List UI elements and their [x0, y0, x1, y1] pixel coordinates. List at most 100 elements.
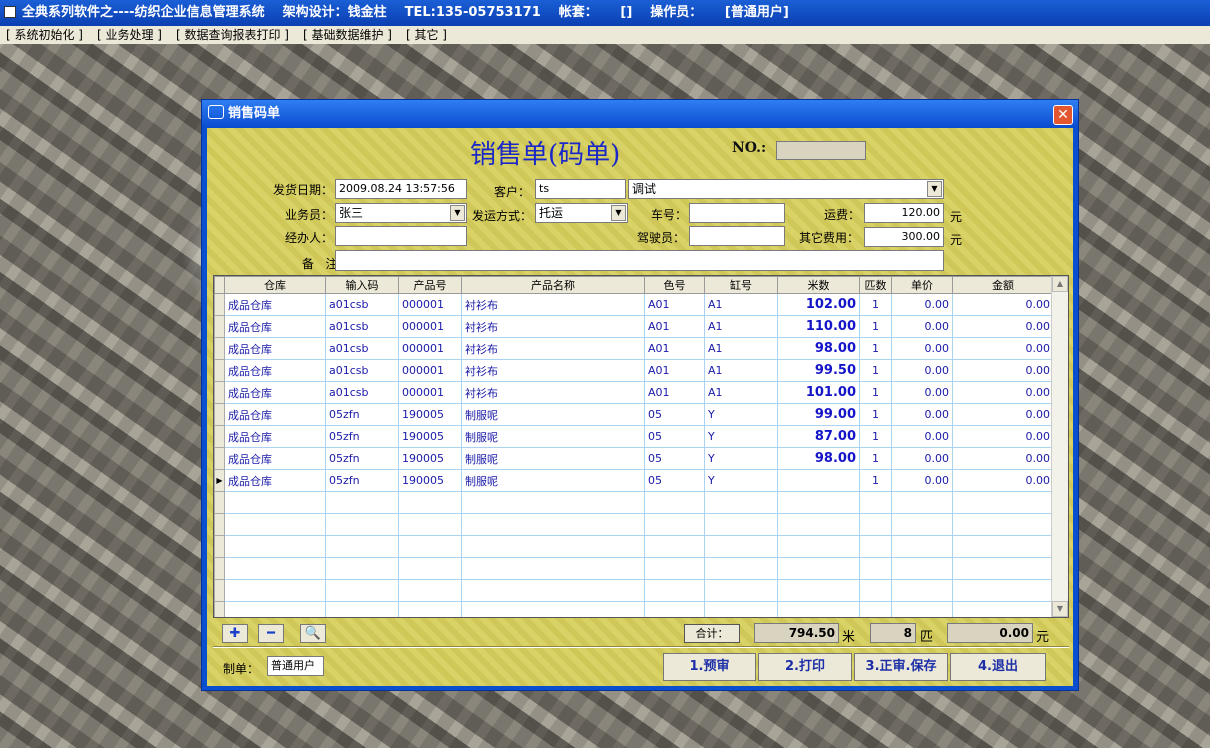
exit-button[interactable]: 4.退出	[950, 653, 1046, 681]
table-cell[interactable]: 000001	[398, 315, 462, 338]
table-row[interactable]: ▶ 成品仓库 05zfn 190005 制服呢 05 Y 1 0.00 0.00	[214, 469, 1054, 492]
row-selector[interactable]	[214, 535, 225, 558]
table-cell[interactable]	[461, 557, 645, 580]
table-cell[interactable]	[224, 579, 326, 602]
remark-field[interactable]	[335, 250, 944, 271]
empty-row[interactable]	[214, 513, 1054, 536]
table-cell[interactable]: 0.00	[891, 315, 953, 338]
table-cell[interactable]	[704, 601, 778, 617]
table-cell[interactable]	[891, 535, 953, 558]
table-cell[interactable]: 98.00	[777, 337, 860, 360]
table-cell[interactable]: 102.00	[777, 293, 860, 316]
table-cell[interactable]: 衬衫布	[461, 359, 645, 382]
table-cell[interactable]: 衬衫布	[461, 381, 645, 404]
table-cell[interactable]: 98.00	[777, 447, 860, 470]
table-cell[interactable]: 衬衫布	[461, 293, 645, 316]
table-cell[interactable]	[461, 601, 645, 617]
row-selector[interactable]: ▶	[214, 469, 225, 492]
table-cell[interactable]: 1	[859, 447, 892, 470]
ship-method-combo[interactable]: 托运 ▼	[535, 203, 628, 223]
row-selector[interactable]	[214, 447, 225, 470]
table-cell[interactable]: 190005	[398, 469, 462, 492]
table-cell[interactable]: 0.00	[952, 359, 1054, 382]
approve-save-button[interactable]: 3.正审.保存	[854, 653, 948, 681]
table-cell[interactable]: 000001	[398, 359, 462, 382]
close-button[interactable]: ✕	[1053, 105, 1073, 125]
chevron-down-icon[interactable]: ▼	[927, 181, 942, 197]
table-cell[interactable]	[644, 557, 705, 580]
table-cell[interactable]	[891, 557, 953, 580]
table-cell[interactable]	[644, 491, 705, 514]
table-cell[interactable]	[461, 579, 645, 602]
table-cell[interactable]: a01csb	[325, 315, 399, 338]
table-cell[interactable]	[704, 579, 778, 602]
search-button[interactable]: 🔍	[300, 624, 326, 643]
table-cell[interactable]: 0.00	[952, 293, 1054, 316]
salesman-combo[interactable]: 张三 ▼	[335, 203, 467, 223]
table-cell[interactable]	[891, 579, 953, 602]
table-cell[interactable]	[398, 601, 462, 617]
table-cell[interactable]: 衬衫布	[461, 337, 645, 360]
table-cell[interactable]: a01csb	[325, 337, 399, 360]
other-fee-field[interactable]: 300.00	[864, 227, 944, 247]
table-row[interactable]: 成品仓库 a01csb 000001 衬衫布 A01 A1 99.50 1 0.00 0.00	[214, 359, 1054, 382]
table-cell[interactable]: 衬衫布	[461, 315, 645, 338]
table-cell[interactable]: Y	[704, 425, 778, 448]
table-cell[interactable]: 000001	[398, 293, 462, 316]
table-cell[interactable]: 190005	[398, 447, 462, 470]
table-cell[interactable]	[224, 491, 326, 514]
table-cell[interactable]: 成品仓库	[224, 337, 326, 360]
table-cell[interactable]	[325, 557, 399, 580]
delete-row-button[interactable]: ━	[258, 624, 284, 643]
table-cell[interactable]: Y	[704, 469, 778, 492]
table-cell[interactable]: 0.00	[891, 403, 953, 426]
table-cell[interactable]: 0.00	[891, 469, 953, 492]
table-cell[interactable]	[777, 557, 860, 580]
table-cell[interactable]: 1	[859, 425, 892, 448]
table-row[interactable]: 成品仓库 05zfn 190005 制服呢 05 Y 99.00 1 0.00 0.00	[214, 403, 1054, 426]
menu-query-report[interactable]: [ 数据查询报表打印 ]	[176, 28, 289, 42]
table-cell[interactable]	[704, 491, 778, 514]
table-cell[interactable]: 000001	[398, 337, 462, 360]
row-selector[interactable]	[214, 601, 225, 617]
add-row-button[interactable]: ✚	[222, 624, 248, 643]
table-cell[interactable]	[644, 535, 705, 558]
table-cell[interactable]	[777, 491, 860, 514]
row-selector[interactable]	[214, 513, 225, 536]
table-cell[interactable]	[644, 601, 705, 617]
table-cell[interactable]	[891, 601, 953, 617]
table-cell[interactable]	[704, 513, 778, 536]
table-cell[interactable]	[859, 491, 892, 514]
table-cell[interactable]: 1	[859, 337, 892, 360]
table-cell[interactable]: A01	[644, 293, 705, 316]
total-button[interactable]: 合计：	[684, 624, 740, 643]
table-cell[interactable]	[325, 491, 399, 514]
table-cell[interactable]	[952, 491, 1054, 514]
table-cell[interactable]: 1	[859, 381, 892, 404]
row-selector[interactable]	[214, 293, 225, 316]
car-no-field[interactable]	[689, 203, 785, 223]
table-cell[interactable]: A1	[704, 337, 778, 360]
table-cell[interactable]: 05zfn	[325, 425, 399, 448]
table-cell[interactable]: A1	[704, 315, 778, 338]
row-selector[interactable]	[214, 315, 225, 338]
table-row[interactable]: 成品仓库 a01csb 000001 衬衫布 A01 A1 102.00 1 0.00 0.00	[214, 293, 1054, 316]
table-cell[interactable]: 0.00	[891, 425, 953, 448]
table-cell[interactable]	[891, 513, 953, 536]
col-color-no[interactable]: 色号	[644, 276, 705, 294]
menu-business[interactable]: [ 业务处理 ]	[97, 28, 162, 42]
table-cell[interactable]	[224, 535, 326, 558]
table-cell[interactable]: A1	[704, 359, 778, 382]
table-cell[interactable]	[325, 513, 399, 536]
row-selector[interactable]	[214, 579, 225, 602]
table-cell[interactable]: 0.00	[891, 293, 953, 316]
table-cell[interactable]	[952, 579, 1054, 602]
table-cell[interactable]	[461, 491, 645, 514]
row-selector[interactable]	[214, 337, 225, 360]
table-cell[interactable]: 05	[644, 425, 705, 448]
table-cell[interactable]	[398, 535, 462, 558]
no-field[interactable]	[776, 141, 866, 160]
empty-row[interactable]	[214, 535, 1054, 558]
row-selector[interactable]	[214, 425, 225, 448]
empty-row[interactable]	[214, 579, 1054, 602]
